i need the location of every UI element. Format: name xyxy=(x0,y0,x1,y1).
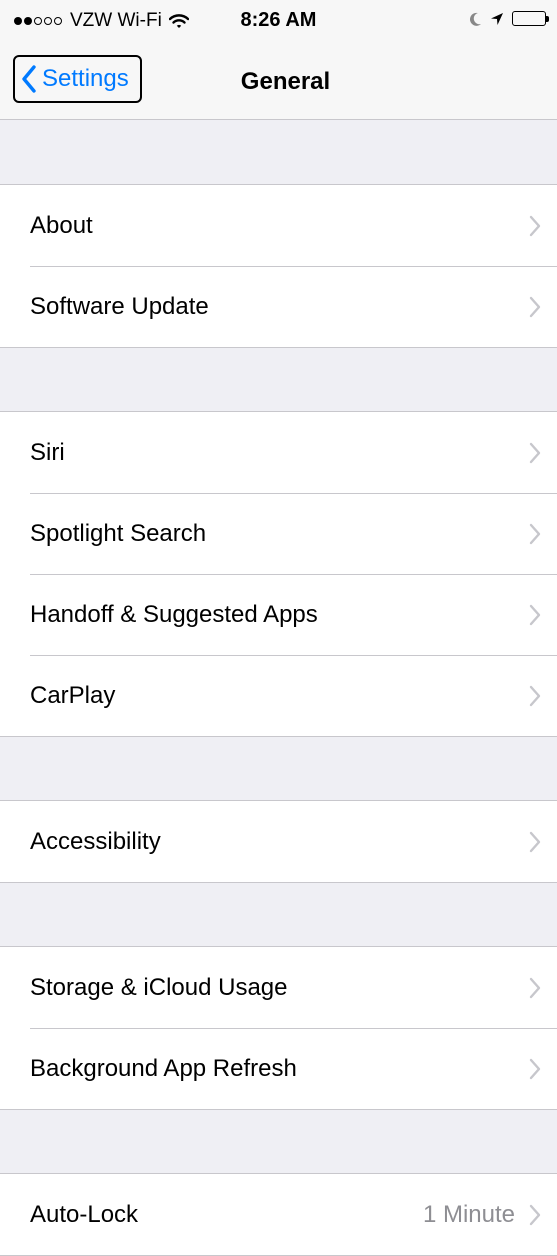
settings-row-software-update[interactable]: Software Update xyxy=(0,266,557,347)
group-spacer xyxy=(0,348,557,411)
row-label: CarPlay xyxy=(30,681,116,709)
status-bar: VZW Wi-Fi 8:26 AM xyxy=(0,0,557,40)
settings-row-spotlight-search[interactable]: Spotlight Search xyxy=(0,493,557,574)
navigation-bar: Settings General xyxy=(0,40,557,120)
group-spacer xyxy=(0,121,557,184)
settings-row-storage-icloud[interactable]: Storage & iCloud Usage xyxy=(0,947,557,1028)
group-spacer xyxy=(0,1110,557,1173)
chevron-right-icon xyxy=(529,442,541,464)
page-title: General xyxy=(240,68,331,95)
chevron-right-icon xyxy=(529,604,541,626)
chevron-right-icon xyxy=(529,523,541,545)
row-label: Handoff & Suggested Apps xyxy=(30,600,318,628)
chevron-right-icon xyxy=(529,296,541,318)
settings-row-handoff[interactable]: Handoff & Suggested Apps xyxy=(0,574,557,655)
row-value: 1 Minute xyxy=(422,1200,515,1228)
settings-row-background-app-refresh[interactable]: Background App Refresh xyxy=(0,1028,557,1109)
chevron-right-icon xyxy=(529,977,541,999)
chevron-right-icon xyxy=(529,685,541,707)
settings-group: Siri Spotlight Search Handoff & Suggeste… xyxy=(0,411,557,737)
row-label: About xyxy=(30,211,93,239)
chevron-right-icon xyxy=(529,215,541,237)
row-label: Auto-Lock xyxy=(30,1200,139,1228)
settings-row-siri[interactable]: Siri xyxy=(0,412,557,493)
group-spacer xyxy=(0,737,557,800)
row-label: Background App Refresh xyxy=(30,1054,297,1082)
settings-row-accessibility[interactable]: Accessibility xyxy=(0,801,557,882)
settings-group: Storage & iCloud Usage Background App Re… xyxy=(0,946,557,1110)
settings-group: About Software Update xyxy=(0,184,557,348)
status-icons xyxy=(470,11,549,26)
row-label: Storage & iCloud Usage xyxy=(30,973,288,1001)
row-label: Accessibility xyxy=(30,827,161,855)
chevron-right-icon xyxy=(529,1058,541,1080)
chevron-right-icon xyxy=(529,1204,541,1226)
battery-icon xyxy=(512,11,549,26)
chevron-right-icon xyxy=(529,831,541,853)
settings-group: Auto-Lock 1 Minute xyxy=(0,1173,557,1256)
settings-list: About Software Update Siri Spotlight Sea… xyxy=(0,121,557,1256)
location-icon xyxy=(490,12,504,26)
moon-icon xyxy=(470,12,482,26)
row-label: Spotlight Search xyxy=(30,519,207,547)
settings-row-auto-lock[interactable]: Auto-Lock 1 Minute xyxy=(0,1174,557,1255)
row-label: Software Update xyxy=(30,292,209,320)
row-label: Siri xyxy=(30,438,65,466)
settings-group: Accessibility xyxy=(0,800,557,883)
settings-row-carplay[interactable]: CarPlay xyxy=(0,655,557,736)
settings-row-about[interactable]: About xyxy=(0,185,557,266)
group-spacer xyxy=(0,883,557,946)
